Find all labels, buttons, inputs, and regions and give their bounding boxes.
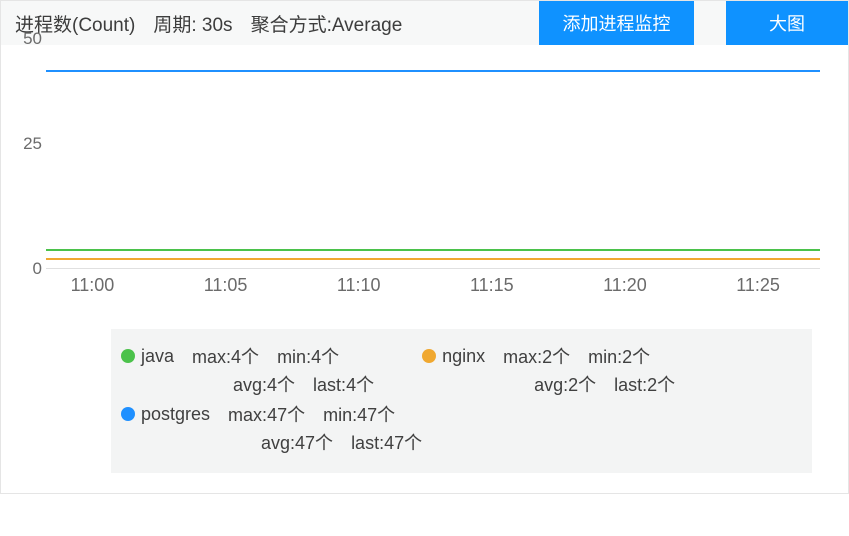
legend-last: last:2个 [614, 371, 675, 397]
legend-max: max:4个 [192, 343, 259, 369]
series-line-nginx [46, 258, 820, 260]
plot: 50 25 0 [46, 59, 820, 269]
panel-header: 进程数(Count) 周期: 30s 聚合方式:Average 添加进程监控 大… [1, 1, 848, 45]
legend-avg: avg:4个 [233, 371, 295, 397]
legend-last: last:47个 [351, 429, 422, 455]
process-count-panel: 进程数(Count) 周期: 30s 聚合方式:Average 添加进程监控 大… [0, 0, 849, 494]
x-tick: 11:15 [470, 275, 514, 296]
legend-max: max:2个 [503, 343, 570, 369]
chart-area: 50 25 0 11:00 11:05 11:10 11:15 11:20 11:25 [1, 45, 848, 321]
add-process-monitor-button[interactable]: 添加进程监控 [539, 1, 694, 45]
x-tick: 11:00 [71, 275, 115, 296]
legend-name: postgres [141, 404, 210, 425]
y-axis: 50 25 0 [12, 59, 42, 269]
x-tick: 11:10 [337, 275, 381, 296]
x-tick: 11:20 [603, 275, 647, 296]
legend-name: java [141, 346, 174, 367]
dot-icon [121, 407, 135, 421]
period-label: 周期: 30s [153, 10, 232, 37]
series-line-postgres [46, 70, 820, 72]
legend-min: min:4个 [277, 343, 339, 369]
aggregation-label: 聚合方式:Average [251, 10, 403, 37]
enlarge-button[interactable]: 大图 [726, 1, 848, 45]
legend-name: nginx [442, 346, 485, 367]
y-tick: 50 [23, 29, 42, 49]
dot-icon [422, 349, 436, 363]
x-axis: 11:00 11:05 11:10 11:15 11:20 11:25 [46, 275, 820, 315]
y-tick: 25 [23, 134, 42, 154]
x-tick: 11:25 [736, 275, 780, 296]
legend-item-nginx[interactable]: nginx max:2个 min:2个 avg:2个 last:2个 [422, 343, 675, 397]
legend-avg: avg:2个 [534, 371, 596, 397]
x-tick: 11:05 [204, 275, 248, 296]
legend-min: min:47个 [323, 401, 395, 427]
legend-min: min:2个 [588, 343, 650, 369]
legend-item-postgres[interactable]: postgres max:47个 min:47个 avg:47个 last:47… [121, 401, 422, 455]
y-tick: 0 [33, 259, 42, 279]
plot-area [46, 59, 820, 269]
legend-max: max:47个 [228, 401, 305, 427]
legend: java max:4个 min:4个 avg:4个 last:4个 nginx [111, 329, 812, 473]
legend-avg: avg:47个 [261, 429, 333, 455]
dot-icon [121, 349, 135, 363]
series-line-java [46, 249, 820, 251]
legend-item-java[interactable]: java max:4个 min:4个 avg:4个 last:4个 [121, 343, 374, 397]
legend-last: last:4个 [313, 371, 374, 397]
